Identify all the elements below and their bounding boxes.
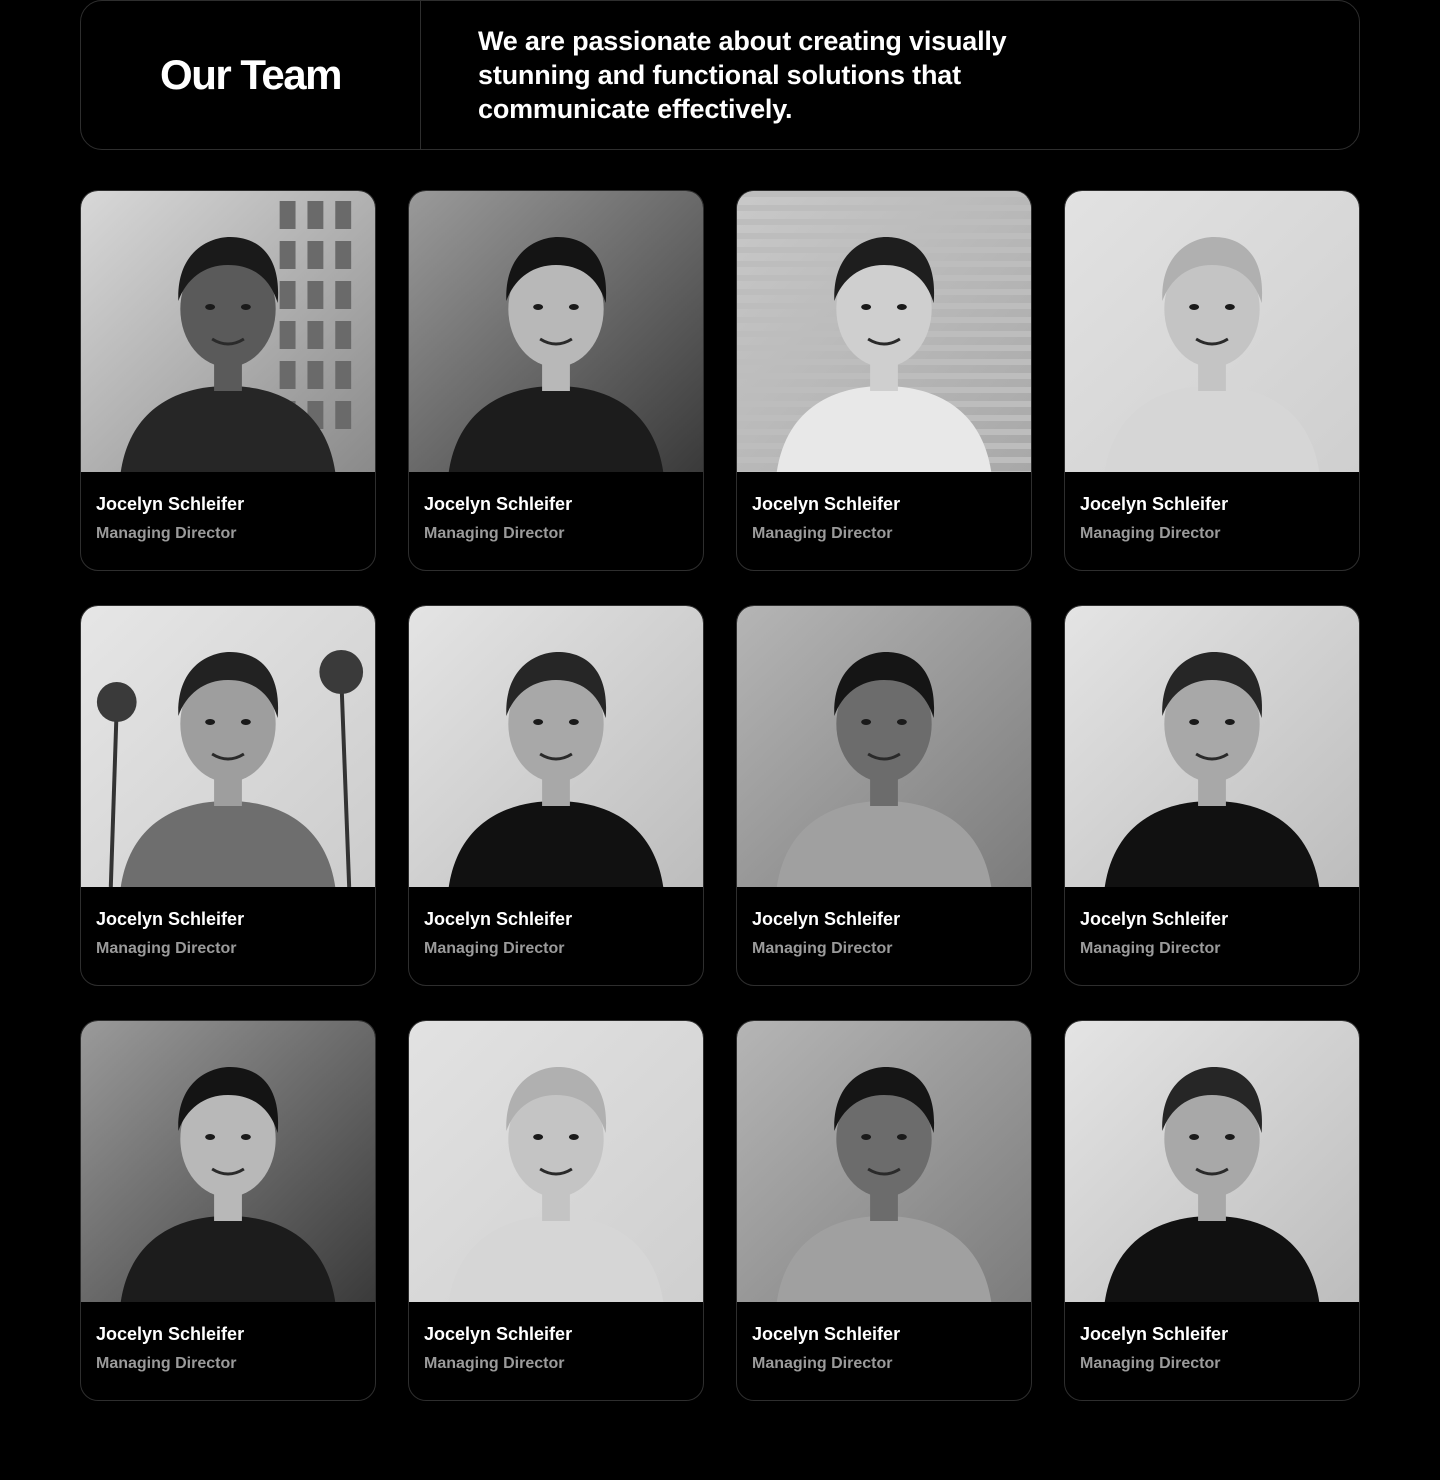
page-description: We are passionate about creating visuall… (478, 26, 1007, 124)
portrait-photo-icon (737, 606, 1031, 887)
member-info: Jocelyn Schleifer Managing Director (1065, 887, 1359, 959)
member-photo (81, 191, 375, 472)
member-name: Jocelyn Schleifer (1080, 909, 1229, 929)
team-member-card[interactable]: Jocelyn Schleifer Managing Director (80, 190, 376, 571)
member-photo (1065, 606, 1359, 887)
team-member-card[interactable]: Jocelyn Schleifer Managing Director (736, 1020, 1032, 1401)
member-role: Managing Director (96, 1355, 237, 1372)
member-photo (81, 1021, 375, 1302)
member-name: Jocelyn Schleifer (1080, 1324, 1229, 1344)
page-title: Our Team (160, 51, 342, 98)
member-role: Managing Director (752, 525, 893, 542)
member-role: Managing Director (96, 940, 237, 957)
member-info: Jocelyn Schleifer Managing Director (81, 472, 375, 544)
member-photo (409, 606, 703, 887)
member-name: Jocelyn Schleifer (424, 494, 573, 514)
portrait-photo-icon (409, 191, 703, 472)
portrait-photo-icon (737, 191, 1031, 472)
team-page: Our Team We are passionate about creatin… (0, 0, 1440, 1480)
member-photo (409, 1021, 703, 1302)
team-member-card[interactable]: Jocelyn Schleifer Managing Director (736, 190, 1032, 571)
portrait-photo-icon (409, 606, 703, 887)
member-photo (737, 606, 1031, 887)
member-info: Jocelyn Schleifer Managing Director (409, 887, 703, 959)
header-description-panel: We are passionate about creating visuall… (421, 1, 1359, 149)
member-photo (737, 191, 1031, 472)
member-name: Jocelyn Schleifer (96, 1324, 245, 1344)
member-role: Managing Director (752, 1355, 893, 1372)
member-role: Managing Director (1080, 525, 1221, 542)
portrait-photo-icon (81, 1021, 375, 1302)
team-member-card[interactable]: Jocelyn Schleifer Managing Director (80, 605, 376, 986)
member-role: Managing Director (424, 940, 565, 957)
portrait-photo-icon (1065, 191, 1359, 472)
member-role: Managing Director (1080, 940, 1221, 957)
team-member-card[interactable]: Jocelyn Schleifer Managing Director (1064, 1020, 1360, 1401)
team-member-card[interactable]: Jocelyn Schleifer Managing Director (80, 1020, 376, 1401)
member-photo (1065, 191, 1359, 472)
member-name: Jocelyn Schleifer (96, 494, 245, 514)
member-name: Jocelyn Schleifer (96, 909, 245, 929)
portrait-photo-icon (81, 606, 375, 887)
member-photo (737, 1021, 1031, 1302)
member-role: Managing Director (96, 525, 237, 542)
member-info: Jocelyn Schleifer Managing Director (81, 1302, 375, 1374)
member-info: Jocelyn Schleifer Managing Director (409, 472, 703, 544)
team-member-card[interactable]: Jocelyn Schleifer Managing Director (408, 605, 704, 986)
member-name: Jocelyn Schleifer (752, 909, 901, 929)
member-role: Managing Director (424, 1355, 565, 1372)
member-photo (1065, 1021, 1359, 1302)
team-member-card[interactable]: Jocelyn Schleifer Managing Director (736, 605, 1032, 986)
member-photo (81, 606, 375, 887)
portrait-photo-icon (1065, 1021, 1359, 1302)
team-grid: Jocelyn Schleifer Managing Director Jocel… (80, 190, 1360, 1401)
team-member-card[interactable]: Jocelyn Schleifer Managing Director (408, 1020, 704, 1401)
portrait-photo-icon (81, 191, 375, 472)
member-info: Jocelyn Schleifer Managing Director (737, 472, 1031, 544)
team-member-card[interactable]: Jocelyn Schleifer Managing Director (1064, 190, 1360, 571)
team-member-card[interactable]: Jocelyn Schleifer Managing Director (408, 190, 704, 571)
header-title-panel: Our Team (81, 1, 421, 149)
member-name: Jocelyn Schleifer (752, 1324, 901, 1344)
member-info: Jocelyn Schleifer Managing Director (737, 887, 1031, 959)
member-role: Managing Director (1080, 1355, 1221, 1372)
member-info: Jocelyn Schleifer Managing Director (409, 1302, 703, 1374)
member-info: Jocelyn Schleifer Managing Director (1065, 1302, 1359, 1374)
team-member-card[interactable]: Jocelyn Schleifer Managing Director (1064, 605, 1360, 986)
portrait-photo-icon (409, 1021, 703, 1302)
portrait-photo-icon (737, 1021, 1031, 1302)
member-info: Jocelyn Schleifer Managing Director (737, 1302, 1031, 1374)
member-name: Jocelyn Schleifer (752, 494, 901, 514)
member-name: Jocelyn Schleifer (424, 1324, 573, 1344)
member-info: Jocelyn Schleifer Managing Director (1065, 472, 1359, 544)
portrait-photo-icon (1065, 606, 1359, 887)
member-name: Jocelyn Schleifer (424, 909, 573, 929)
member-role: Managing Director (424, 525, 565, 542)
team-header: Our Team We are passionate about creatin… (80, 0, 1360, 150)
member-info: Jocelyn Schleifer Managing Director (81, 887, 375, 959)
member-photo (409, 191, 703, 472)
member-role: Managing Director (752, 940, 893, 957)
member-name: Jocelyn Schleifer (1080, 494, 1229, 514)
